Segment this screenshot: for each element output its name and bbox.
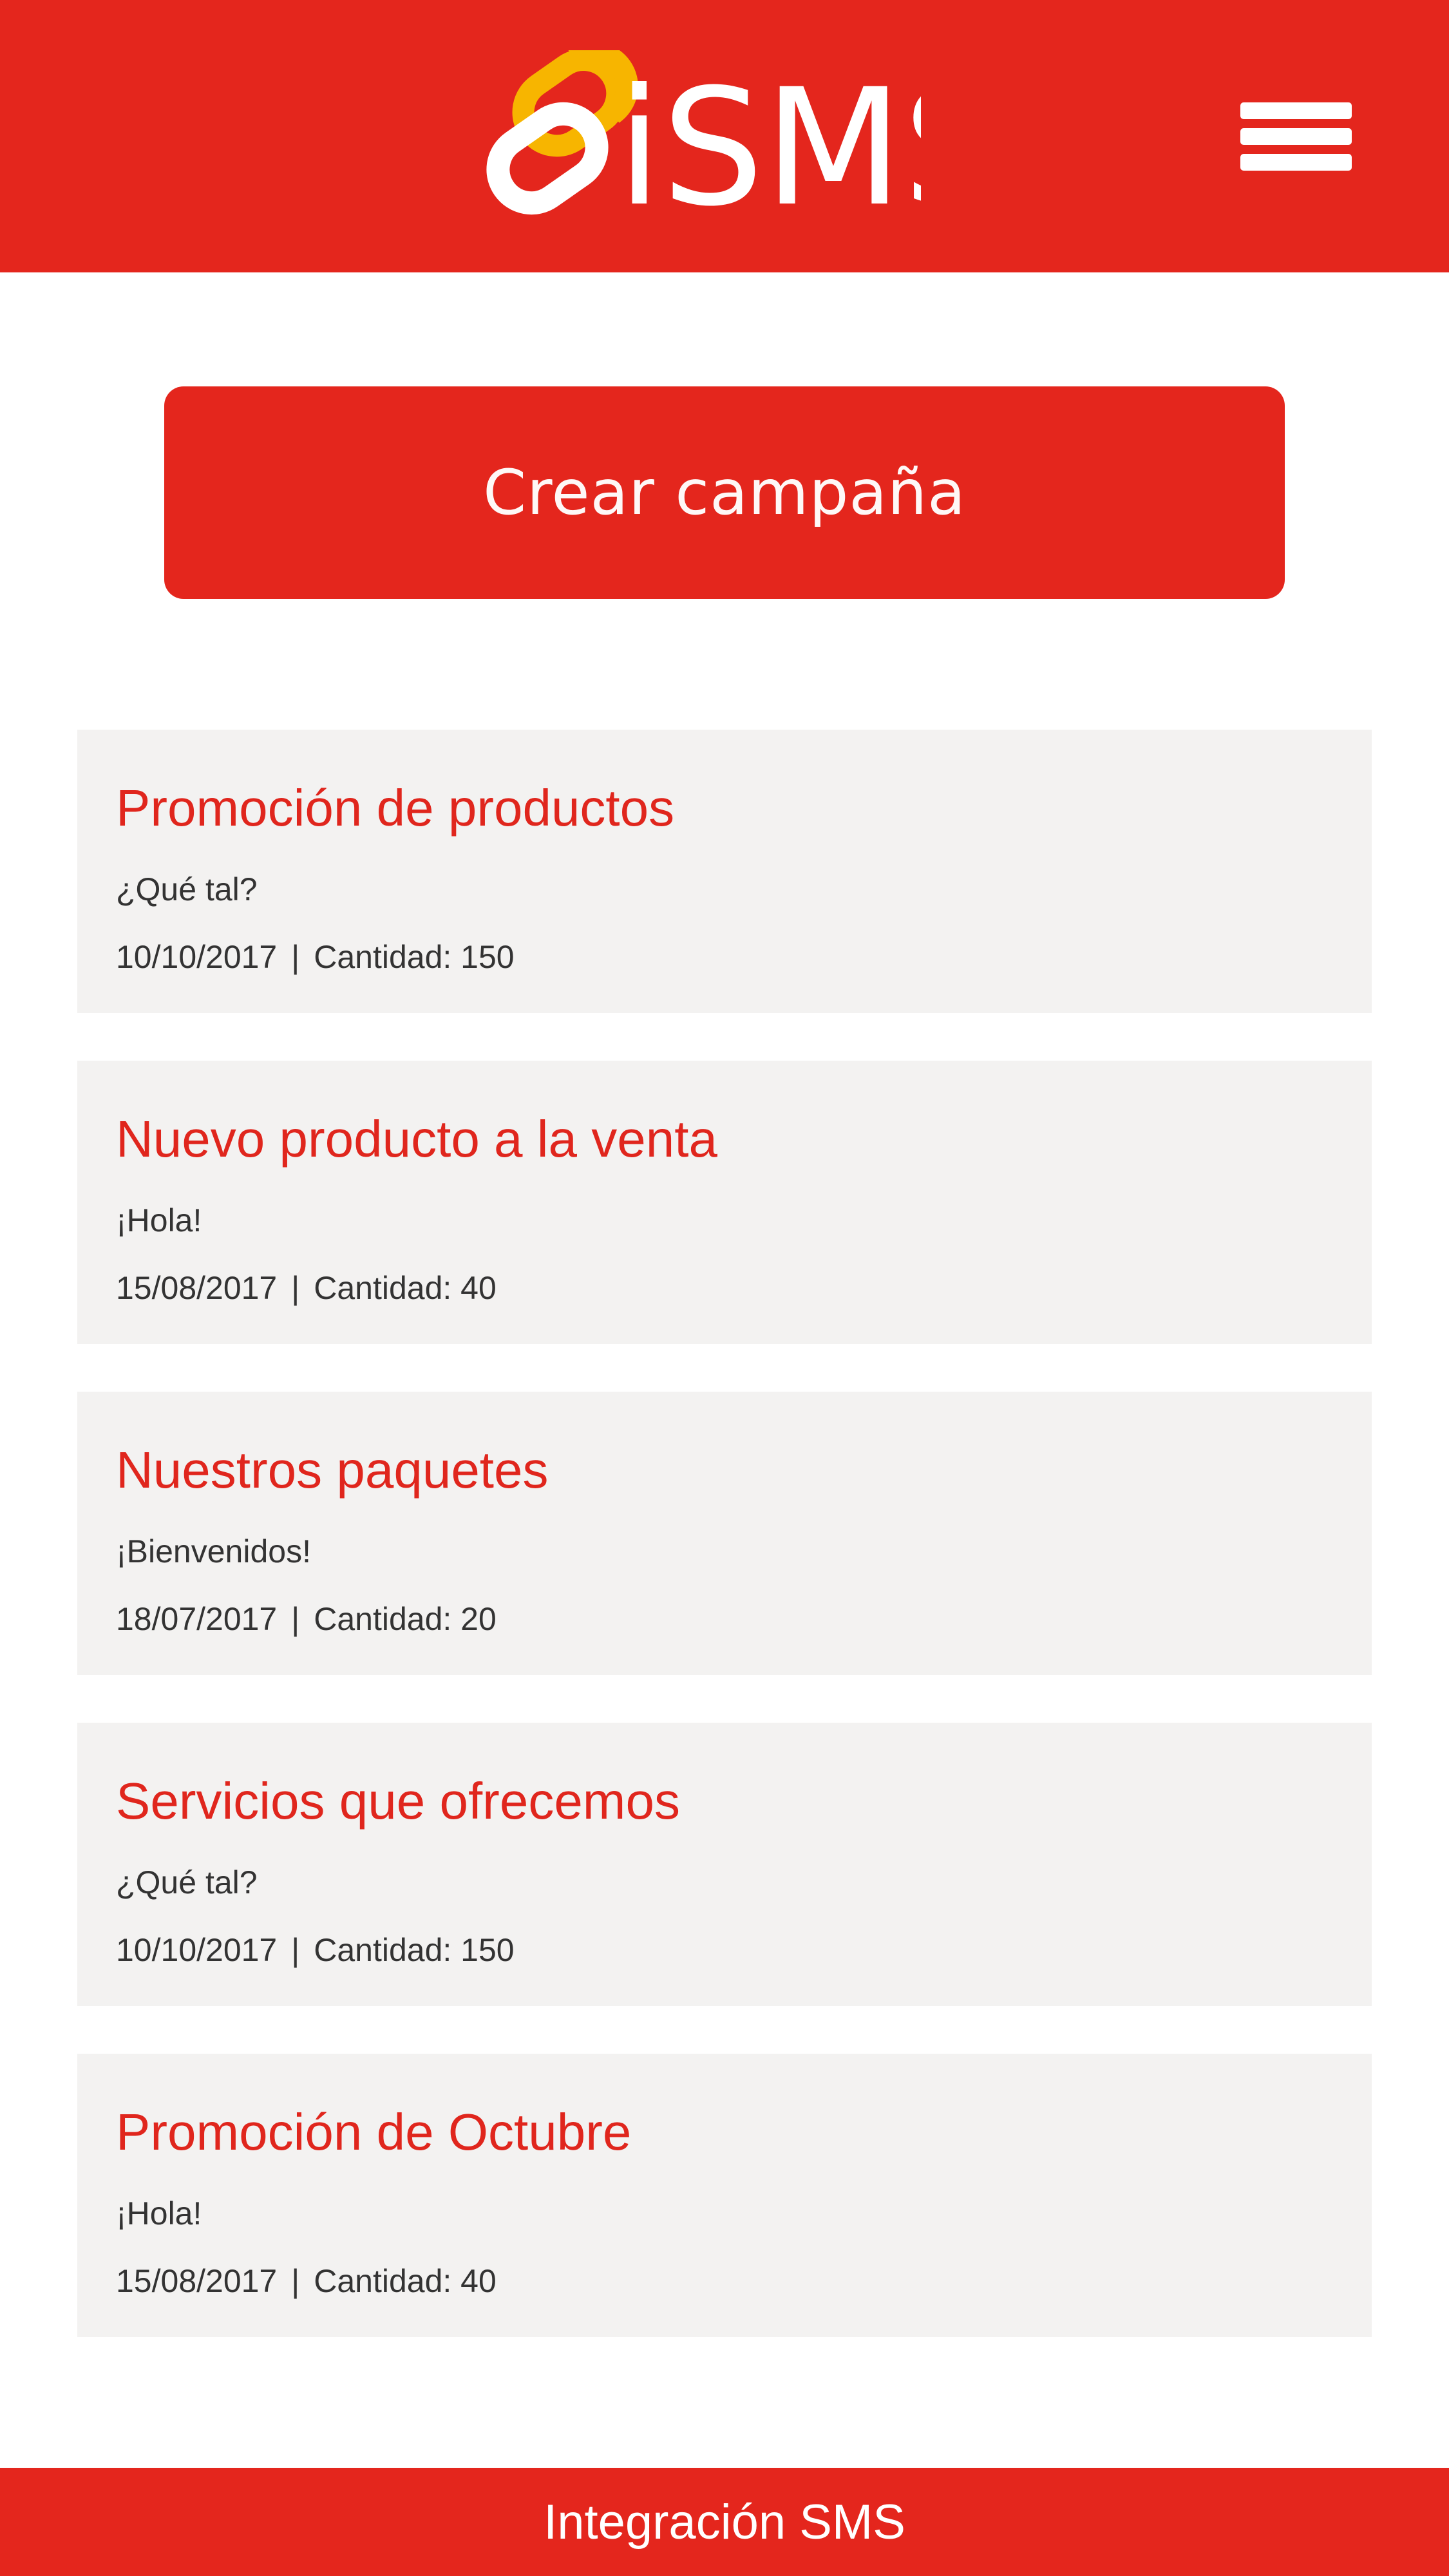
meta-separator: | xyxy=(291,2263,300,2299)
campaign-quantity: Cantidad: 150 xyxy=(314,1932,515,1968)
campaign-title: Promoción de Octubre xyxy=(116,2103,632,2161)
campaign-date: 15/08/2017 xyxy=(116,1270,278,1306)
campaign-message: ¡Hola! xyxy=(116,2195,202,2231)
campaign-meta: 10/10/2017 | Cantidad: 150 xyxy=(116,1934,515,1966)
campaign-date: 15/08/2017 xyxy=(116,2263,278,2299)
campaign-card[interactable]: Promoción de Octubre ¡Hola! 15/08/2017 | C… xyxy=(77,2054,1372,2337)
campaign-card[interactable]: Servicios que ofrecemos ¿Qué tal? 10/10/… xyxy=(77,1723,1372,2006)
campaign-quantity: Cantidad: 40 xyxy=(314,2263,497,2299)
logo-wordmark: iSMS xyxy=(617,54,921,231)
link-icon: iSMS xyxy=(486,50,921,231)
campaign-quantity: Cantidad: 40 xyxy=(314,1270,497,1306)
campaign-date: 10/10/2017 xyxy=(116,1932,278,1968)
campaign-quantity: Cantidad: 150 xyxy=(314,939,515,975)
meta-separator: | xyxy=(291,1270,300,1306)
campaign-title: Nuevo producto a la venta xyxy=(116,1110,717,1168)
meta-separator: | xyxy=(291,1932,300,1968)
campaign-message: ¡Hola! xyxy=(116,1202,202,1238)
campaign-card[interactable]: Promoción de productos ¿Qué tal? 10/10/2… xyxy=(77,730,1372,1013)
campaign-meta: 15/08/2017 | Cantidad: 40 xyxy=(116,2265,497,2297)
campaign-message: ¡Bienvenidos! xyxy=(116,1533,311,1569)
campaign-quantity: Cantidad: 20 xyxy=(314,1601,497,1637)
campaign-date: 10/10/2017 xyxy=(116,939,278,975)
campaign-card[interactable]: Nuevo producto a la venta ¡Hola! 15/08/2… xyxy=(77,1061,1372,1344)
footer-label: Integración SMS xyxy=(544,2494,905,2550)
meta-separator: | xyxy=(291,1601,300,1637)
hamburger-menu-icon[interactable] xyxy=(1236,100,1356,174)
footer-sms-integration-link[interactable]: Integración SMS xyxy=(0,2468,1449,2576)
campaign-meta: 18/07/2017 | Cantidad: 20 xyxy=(116,1603,497,1635)
campaign-title: Nuestros paquetes xyxy=(116,1441,549,1499)
campaign-meta: 15/08/2017 | Cantidad: 40 xyxy=(116,1272,497,1304)
campaign-title: Servicios que ofrecemos xyxy=(116,1772,680,1830)
campaign-date: 18/07/2017 xyxy=(116,1601,278,1637)
menu-bar-middle xyxy=(1240,128,1352,145)
campaign-title: Promoción de productos xyxy=(116,779,675,837)
app-header: iSMS xyxy=(0,0,1449,272)
campaign-message: ¿Qué tal? xyxy=(116,871,258,907)
campaign-list: Promoción de productos ¿Qué tal? 10/10/2… xyxy=(77,730,1372,2385)
create-campaign-label: Crear campaña xyxy=(483,457,966,529)
menu-bar-bottom xyxy=(1240,154,1352,171)
campaign-message: ¿Qué tal? xyxy=(116,1864,258,1900)
create-campaign-button[interactable]: Crear campaña xyxy=(164,386,1285,599)
isms-logo[interactable]: iSMS xyxy=(477,50,921,231)
menu-bar-top xyxy=(1240,102,1352,119)
campaign-card[interactable]: Nuestros paquetes ¡Bienvenidos! 18/07/20… xyxy=(77,1392,1372,1675)
meta-separator: | xyxy=(291,939,300,975)
campaign-meta: 10/10/2017 | Cantidad: 150 xyxy=(116,941,515,973)
